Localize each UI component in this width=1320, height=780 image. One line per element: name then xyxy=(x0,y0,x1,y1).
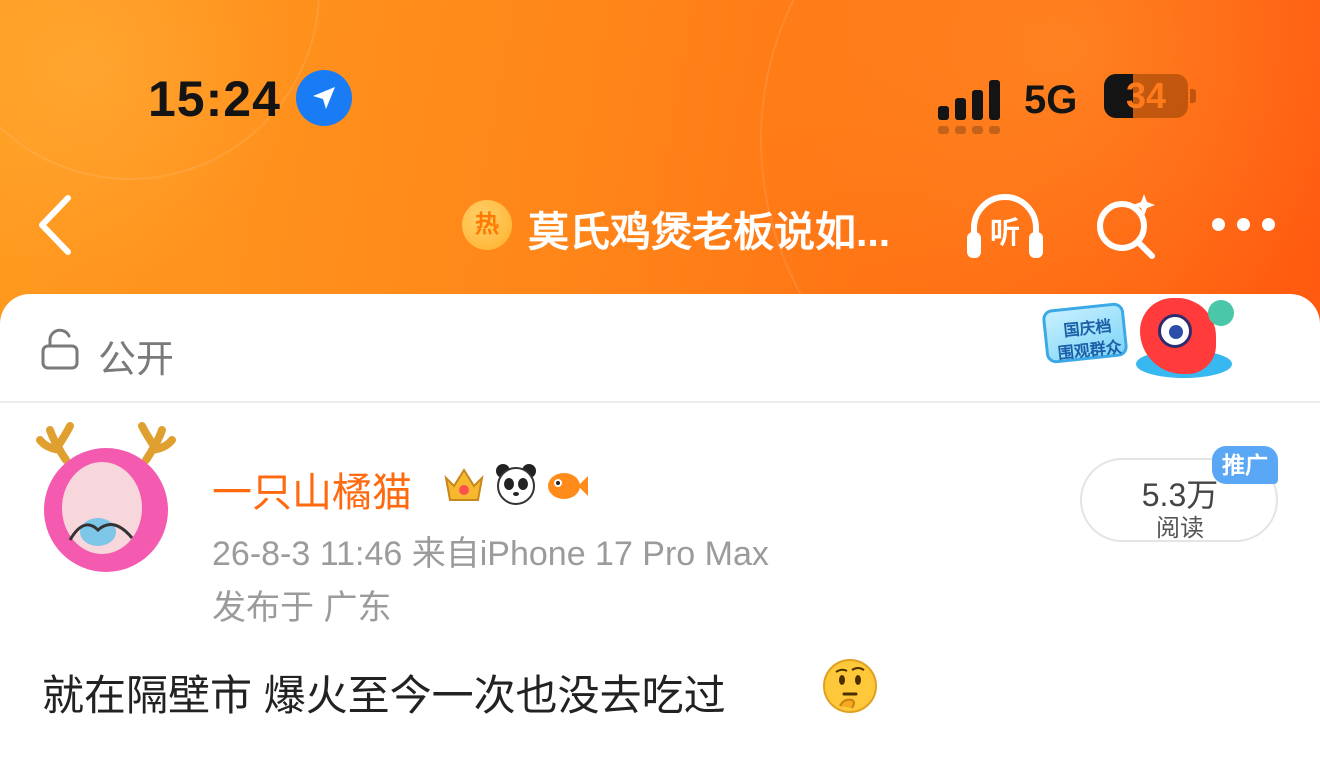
hot-topic-label: 热 xyxy=(475,211,499,238)
headphones-icon[interactable]: 听 xyxy=(964,188,1046,262)
top-header: 15:24 5G 34 热 莫氏鸡煲老板说如... 听 xyxy=(0,0,1320,330)
back-chevron-icon[interactable] xyxy=(30,190,90,260)
post-text: 就在隔壁市 爆火至今一次也没去吃过 xyxy=(42,672,726,719)
network-type: 5G xyxy=(1024,78,1078,122)
lock-icon xyxy=(40,328,80,370)
hot-topic-icon: 热 xyxy=(462,200,512,250)
topic-title[interactable]: 莫氏鸡煲老板说如... xyxy=(528,198,938,258)
location-arrow-icon xyxy=(296,70,352,126)
divider xyxy=(0,401,1320,403)
battery-percent: 34 xyxy=(1125,75,1167,116)
signal-bars-icon xyxy=(938,74,1008,134)
author-name[interactable]: 一只山橘猫 xyxy=(212,460,412,518)
mascot-eye xyxy=(1158,314,1192,348)
post-location: 发布于 广东 xyxy=(212,589,392,627)
avatar[interactable] xyxy=(36,420,176,580)
sparkle-search-icon[interactable] xyxy=(1090,190,1162,262)
crown-badge-icon[interactable] xyxy=(442,462,486,506)
reads-label: 阅读 xyxy=(1156,515,1204,542)
ad-tag: 推广 xyxy=(1212,446,1278,484)
more-dots-icon[interactable] xyxy=(1210,210,1282,240)
battery-tip xyxy=(1190,89,1196,103)
listen-label: 听 xyxy=(990,217,1020,250)
header-decor-ring xyxy=(760,0,1320,330)
panda-badge-icon[interactable] xyxy=(494,462,538,506)
sticker-plate: 国庆档 围观群众 xyxy=(1041,301,1129,365)
visibility-label[interactable]: 公开 xyxy=(98,328,174,383)
national-day-sticker[interactable]: 国庆档 围观群众 xyxy=(1040,298,1240,384)
thinking-face-icon xyxy=(822,658,878,714)
status-time: 15:24 xyxy=(148,71,281,127)
fish-badge-icon[interactable] xyxy=(544,462,588,506)
battery-icon: 34 xyxy=(1104,74,1188,118)
sticker-ball xyxy=(1208,300,1234,326)
post-time-source: 26-8-3 11:46 来自iPhone 17 Pro Max xyxy=(212,535,769,573)
